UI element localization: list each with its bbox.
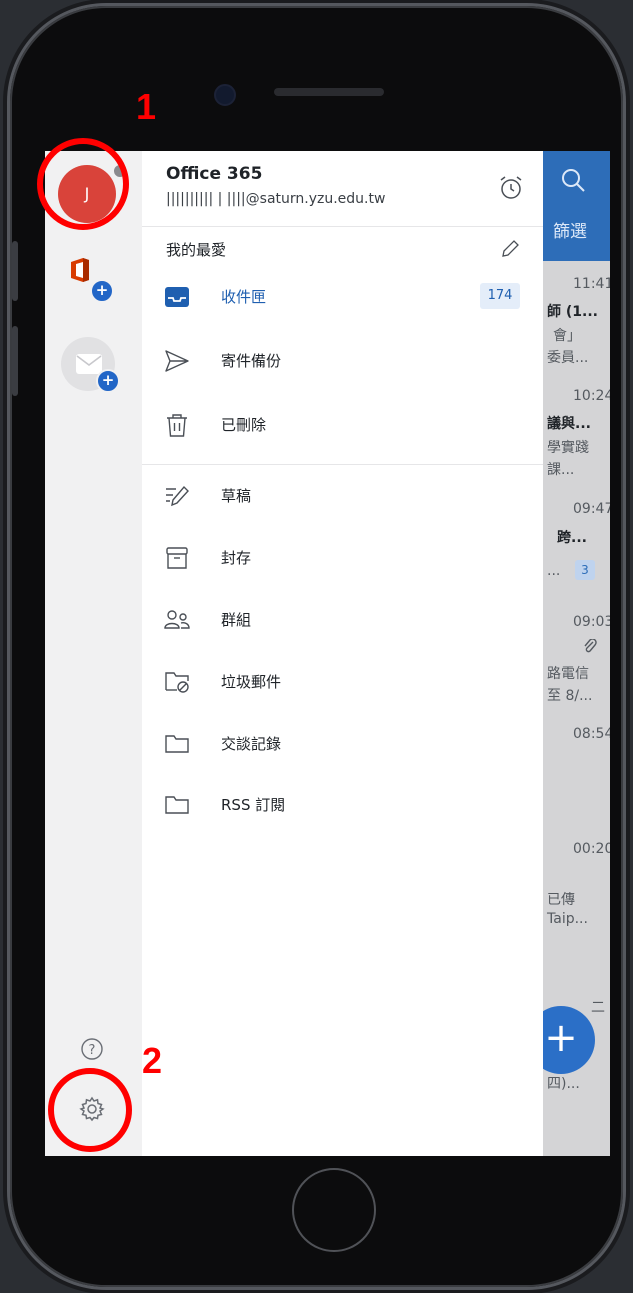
trash-icon bbox=[164, 412, 190, 438]
folder-drawer: Office 365 |||||||||| | ||||@saturn.yzu.… bbox=[142, 151, 543, 1156]
unread-count-badge: 3 bbox=[575, 560, 595, 580]
mail-subject: 學實踐 bbox=[547, 440, 589, 456]
folder-item-sent[interactable]: 寄件備份 bbox=[142, 334, 543, 388]
mail-subject: 已傳 bbox=[547, 892, 575, 908]
folder-item-conversation-history[interactable]: 交談記錄 bbox=[142, 717, 543, 771]
mute-switch bbox=[12, 241, 18, 301]
mail-sender: 議與... bbox=[547, 416, 591, 432]
mail-subject: 二 bbox=[591, 1000, 605, 1016]
add-mail-account-button[interactable]: + bbox=[61, 337, 120, 393]
folder-icon bbox=[164, 731, 190, 757]
svg-text:?: ? bbox=[89, 1043, 96, 1058]
send-icon bbox=[164, 348, 190, 374]
mail-time: 09:47 bbox=[573, 501, 610, 517]
junk-folder-icon bbox=[164, 669, 190, 695]
attachment-icon bbox=[583, 638, 597, 659]
mail-preview: 四)... bbox=[547, 1076, 580, 1092]
add-icon: + bbox=[90, 279, 114, 303]
folder-item-drafts[interactable]: 草稿 bbox=[142, 469, 543, 523]
mail-time: 09:03 bbox=[573, 614, 610, 630]
mail-sender: 師 (1... bbox=[547, 304, 598, 320]
folder-label: RSS 訂閱 bbox=[221, 796, 286, 814]
annotation-number-1: 1 bbox=[136, 86, 157, 127]
folder-item-inbox[interactable]: 收件匣 174 bbox=[142, 270, 543, 324]
volume-up-button bbox=[12, 326, 18, 396]
folder-label: 收件匣 bbox=[221, 288, 267, 306]
mail-time: 11:41 bbox=[573, 276, 610, 292]
annotation-circle-settings bbox=[48, 1068, 132, 1152]
add-icon: + bbox=[96, 369, 120, 393]
alarm-clock-icon[interactable] bbox=[498, 175, 524, 205]
phone-screen: 篩選 11:41 師 (1... 會」 委員... 10:24 議與... 學實… bbox=[45, 151, 610, 1156]
mail-preview: 委員... bbox=[547, 350, 589, 366]
filter-button[interactable]: 篩選 bbox=[553, 217, 587, 242]
folder-label: 垃圾郵件 bbox=[221, 673, 282, 691]
folder-icon bbox=[164, 792, 190, 818]
search-icon[interactable] bbox=[560, 167, 586, 200]
account-email: |||||||||| | ||||@saturn.yzu.edu.tw bbox=[166, 191, 386, 207]
edit-pencil-icon[interactable] bbox=[500, 239, 520, 263]
mail-subject: 會」 bbox=[553, 328, 581, 344]
folder-label: 已刪除 bbox=[221, 416, 267, 434]
mail-preview: 課... bbox=[547, 462, 575, 478]
folder-item-deleted[interactable]: 已刪除 bbox=[142, 398, 543, 452]
groups-icon bbox=[164, 607, 190, 633]
folder-label: 草稿 bbox=[221, 487, 252, 505]
folder-item-rss[interactable]: RSS 訂閱 bbox=[142, 778, 543, 832]
earpiece-speaker bbox=[274, 88, 384, 96]
mail-list-header: 篩選 bbox=[543, 151, 610, 261]
archive-icon bbox=[164, 545, 190, 571]
folder-label: 交談記錄 bbox=[221, 735, 282, 753]
folder-label: 寄件備份 bbox=[221, 352, 282, 370]
mail-time: 08:54 bbox=[573, 726, 610, 742]
divider bbox=[142, 464, 543, 465]
mail-preview: Taip... bbox=[547, 911, 588, 927]
mail-subject: 路電信 bbox=[547, 666, 589, 682]
add-office-account-button[interactable]: + bbox=[61, 253, 115, 307]
account-rail: J + + ? bbox=[45, 151, 142, 1156]
mail-list-background: 篩選 11:41 師 (1... 會」 委員... 10:24 議與... 學實… bbox=[543, 151, 610, 1156]
folder-item-archive[interactable]: 封存 bbox=[142, 531, 543, 585]
folder-label: 封存 bbox=[221, 549, 252, 567]
home-button[interactable] bbox=[292, 1168, 376, 1252]
mail-preview: 至 8/... bbox=[547, 688, 593, 704]
mail-preview: ... bbox=[547, 563, 561, 579]
unread-count-badge: 174 bbox=[480, 283, 520, 309]
mail-time: 10:24 bbox=[573, 388, 610, 404]
folder-label: 群組 bbox=[221, 611, 252, 629]
inbox-icon bbox=[164, 284, 190, 310]
account-name: Office 365 bbox=[166, 164, 263, 184]
mail-time: 00:20 bbox=[573, 841, 610, 857]
folder-item-groups[interactable]: 群組 bbox=[142, 593, 543, 647]
favorites-heading: 我的最愛 bbox=[166, 241, 227, 259]
folder-item-junk[interactable]: 垃圾郵件 bbox=[142, 655, 543, 709]
divider bbox=[142, 226, 543, 227]
office-logo-icon bbox=[69, 257, 91, 287]
annotation-circle-avatar bbox=[37, 138, 129, 230]
draft-icon bbox=[164, 483, 190, 509]
annotation-number-2: 2 bbox=[142, 1040, 163, 1081]
mail-sender: 跨... bbox=[557, 530, 587, 546]
front-camera bbox=[214, 84, 236, 106]
help-icon[interactable]: ? bbox=[80, 1037, 104, 1065]
